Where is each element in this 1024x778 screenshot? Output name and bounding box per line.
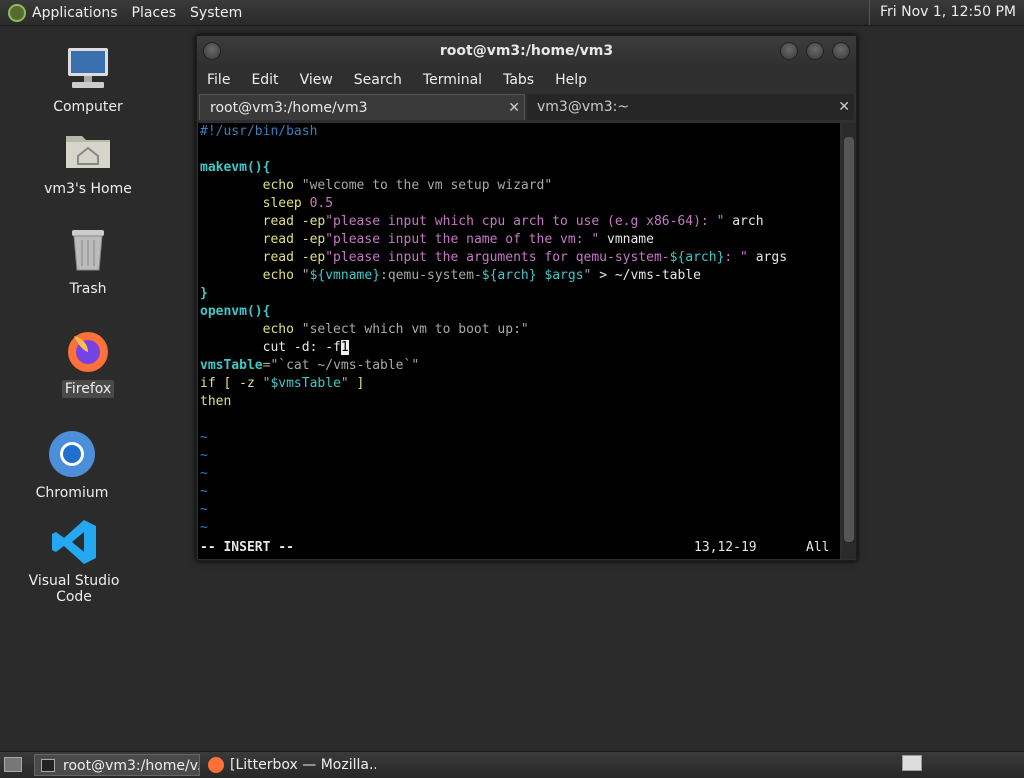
- firefox-icon: [64, 326, 112, 374]
- empty-line-marker: ~: [200, 520, 208, 535]
- desktop-icon-chromium[interactable]: Chromium: [12, 430, 132, 502]
- empty-line-marker: ~: [200, 484, 208, 499]
- taskbar-item-label: root@vm3:/home/v...: [63, 758, 200, 774]
- code-line: echo "${vmname}:qemu-system-${arch} $arg…: [200, 268, 701, 283]
- desktop-icon-label: vm3's Home: [44, 181, 132, 197]
- desktop-icon-vscode[interactable]: Visual Studio Code: [14, 518, 134, 606]
- tab-root[interactable]: root@vm3:/home/vm3 ✕: [199, 94, 525, 120]
- scroll-position: All: [806, 540, 830, 555]
- code-line: sleep 0.5: [200, 196, 334, 211]
- vscode-icon: [50, 518, 98, 566]
- menu-places[interactable]: Places: [132, 5, 177, 21]
- taskbar-item-firefox[interactable]: [Litterbox — Mozilla...: [206, 754, 376, 776]
- code-line: vmsTable="`cat ~/vms-table`": [200, 358, 420, 373]
- show-desktop-icon[interactable]: [4, 757, 22, 772]
- bottom-panel: root@vm3:/home/v... [Litterbox — Mozilla…: [0, 751, 1024, 778]
- firefox-icon: [208, 757, 224, 773]
- menu-edit[interactable]: Edit: [251, 72, 278, 88]
- terminal-window[interactable]: root@vm3:/home/vm3 File Edit View Search…: [196, 35, 857, 561]
- code-line: echo "select which vm to boot up:": [200, 322, 529, 337]
- menu-terminal[interactable]: Terminal: [423, 72, 482, 88]
- desktop-icon-label: Computer: [53, 99, 123, 115]
- menu-system[interactable]: System: [190, 5, 242, 21]
- taskbar-item-terminal[interactable]: root@vm3:/home/v...: [34, 754, 200, 776]
- desktop-icon-label: Visual Studio Code: [28, 573, 120, 605]
- menu-file[interactable]: File: [207, 72, 230, 88]
- code-line: read -ep"please input the name of the vm…: [200, 232, 654, 247]
- cursor-position: 13,12-19: [694, 540, 757, 555]
- top-panel: Applications Places System Fri Nov 1, 12…: [0, 0, 1024, 26]
- tab-vm3[interactable]: vm3@vm3:~ ✕: [527, 94, 854, 120]
- code-line: openvm(){: [200, 304, 271, 319]
- code-line: echo "welcome to the vm setup wizard": [200, 178, 553, 193]
- chromium-icon: [48, 430, 96, 478]
- code-line: read -ep"please input which cpu arch to …: [200, 214, 764, 229]
- menu-applications[interactable]: Applications: [32, 5, 118, 21]
- desktop-icon-label: Firefox: [61, 380, 115, 398]
- terminal-tabbar: root@vm3:/home/vm3 ✕ vm3@vm3:~ ✕: [197, 94, 856, 120]
- text-cursor: 1: [340, 340, 349, 355]
- mate-logo-icon[interactable]: [8, 3, 26, 22]
- trash-icon: [64, 226, 112, 274]
- tab-close-icon[interactable]: ✕: [838, 94, 850, 120]
- tab-label: vm3@vm3:~: [537, 99, 630, 115]
- menu-search[interactable]: Search: [354, 72, 402, 88]
- window-title: root@vm3:/home/vm3: [439, 43, 614, 59]
- code-line: read -ep"please input the arguments for …: [200, 250, 788, 265]
- empty-line-marker: ~: [200, 502, 208, 517]
- terminal-scrollbar[interactable]: [842, 123, 856, 559]
- home-folder-icon: [64, 126, 112, 174]
- menu-view[interactable]: View: [300, 72, 333, 88]
- terminal-menubar: File Edit View Search Terminal Tabs Help: [197, 66, 856, 94]
- code-line: }: [200, 286, 208, 301]
- desktop-icon-label: Trash: [69, 281, 107, 297]
- code-line: if [ -z "$vmsTable" ]: [200, 376, 365, 391]
- menu-help[interactable]: Help: [555, 72, 587, 88]
- taskbar-item-label: [Litterbox — Mozilla...: [230, 757, 376, 773]
- desktop-icon-trash[interactable]: Trash: [28, 226, 148, 298]
- empty-line-marker: ~: [200, 448, 208, 463]
- maximize-button[interactable]: [806, 42, 824, 60]
- desktop-icon-computer[interactable]: Computer: [28, 44, 148, 116]
- empty-line-marker: ~: [200, 466, 208, 481]
- empty-line-marker: ~: [200, 430, 208, 445]
- workspace-switcher[interactable]: [902, 755, 922, 771]
- desktop-icon-label: Chromium: [35, 485, 109, 501]
- tab-close-icon[interactable]: ✕: [508, 95, 520, 121]
- code-line: makevm(){: [200, 160, 271, 175]
- window-titlebar[interactable]: root@vm3:/home/vm3: [197, 36, 856, 66]
- desktop-icon-home[interactable]: vm3's Home: [28, 126, 148, 198]
- desktop-icon-firefox[interactable]: Firefox: [28, 326, 148, 398]
- scrollbar-thumb[interactable]: [844, 137, 854, 542]
- terminal-content[interactable]: #!/usr/bin/bash makevm(){ echo "welcome …: [198, 123, 840, 559]
- tab-label: root@vm3:/home/vm3: [210, 100, 368, 116]
- menu-tabs[interactable]: Tabs: [503, 72, 534, 88]
- code-line: #!/usr/bin/bash: [200, 124, 318, 139]
- code-line: then: [200, 394, 232, 409]
- vim-mode-indicator: -- INSERT --: [200, 540, 294, 555]
- minimize-button[interactable]: [780, 42, 798, 60]
- computer-icon: [64, 44, 112, 92]
- code-line: cut -d: -f1: [200, 340, 349, 355]
- close-button[interactable]: [832, 42, 850, 60]
- clock[interactable]: Fri Nov 1, 12:50 PM: [868, 0, 1024, 25]
- terminal-icon: [41, 759, 55, 772]
